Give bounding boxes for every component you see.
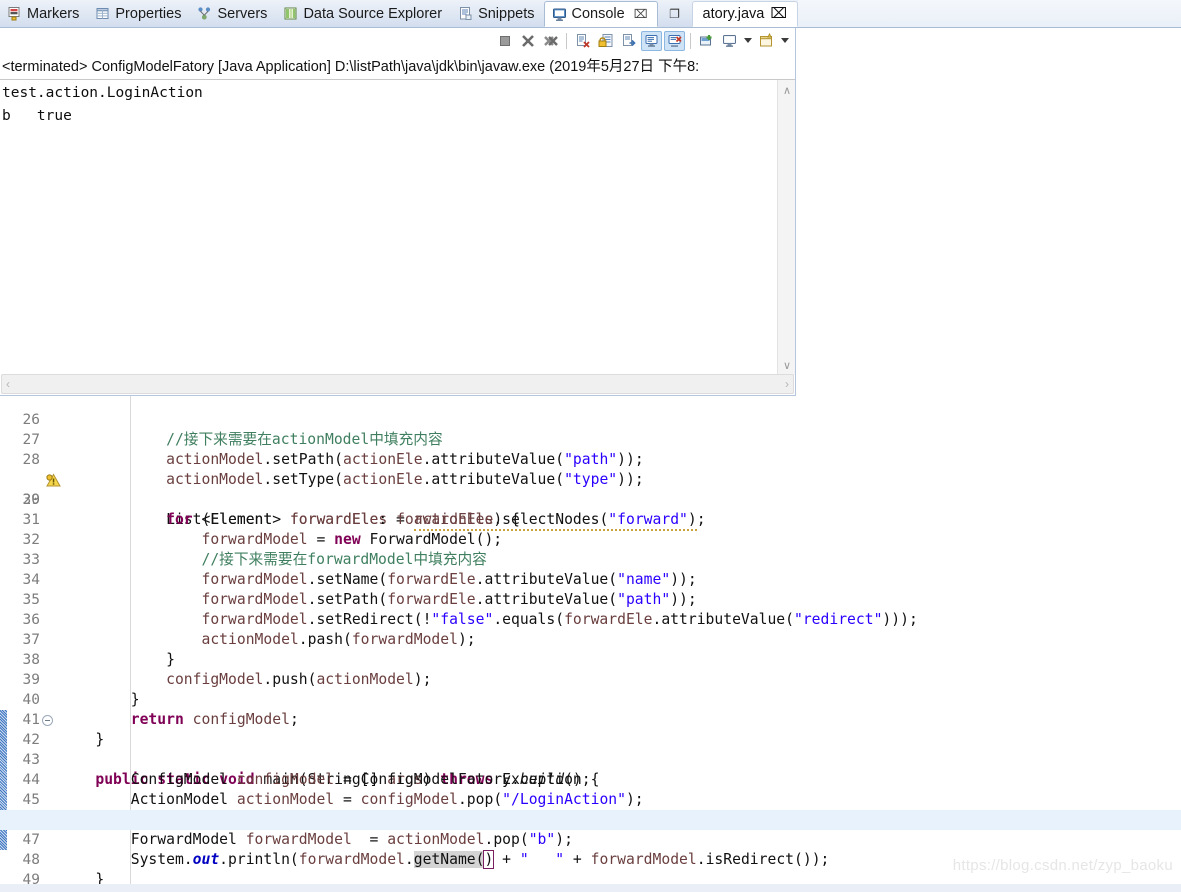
fold-collapse-icon[interactable] <box>42 715 53 726</box>
restore-icon: ❐ <box>669 6 680 21</box>
console-output-area[interactable]: test.action.LoginAction b true ∧ ∨ <box>0 79 795 375</box>
view-tab-snippets[interactable]: Snippets <box>451 0 543 27</box>
view-tab-label: Data Source Explorer <box>303 5 443 22</box>
console-icon <box>552 7 567 22</box>
open-console-dropdown[interactable] <box>742 31 754 51</box>
display-selected-console-icon[interactable] <box>641 30 662 51</box>
code-row[interactable]: 44 ActionModel actionModel = configModel… <box>0 750 1181 808</box>
code-row[interactable]: 46 ForwardModel forwardModel = actionMod… <box>0 790 1181 848</box>
console-launch-title: <terminated> ConfigModelFatory [Java App… <box>0 53 795 79</box>
code-row[interactable]: 43 ConfigModel configModel = ConfigModel… <box>0 730 1181 788</box>
code-row[interactable]: 29 List<Element> forwardEles = actionEle… <box>0 450 1181 531</box>
restore-view-button[interactable]: ❐ <box>658 0 692 27</box>
editor-tab-label: atory.java <box>702 6 765 22</box>
eclipse-window: Markers Properties Servers Data Source E… <box>0 0 1181 892</box>
code-row[interactable]: 40 return configModel; <box>0 670 1181 728</box>
terminate-icon[interactable] <box>494 31 515 51</box>
view-tab-markers[interactable]: Markers <box>0 0 88 27</box>
console-toolbar <box>0 28 795 53</box>
view-tab-label: Properties <box>115 5 182 22</box>
scroll-down-icon[interactable]: ∨ <box>778 357 795 373</box>
code-row[interactable]: 26 //接下来需要在actionModel中填充内容 <box>0 396 1181 448</box>
new-console-icon[interactable] <box>756 31 777 51</box>
code-lines: 26 //接下来需要在actionModel中填充内容 27 actionMod… <box>0 396 1181 892</box>
console-output-line-2: b true <box>2 108 72 124</box>
view-tab-console[interactable]: Console ⌧ <box>543 1 658 27</box>
console-output-line-1: test.action.LoginAction <box>2 85 203 101</box>
code-row[interactable]: 37 } <box>0 610 1181 668</box>
view-tab-properties[interactable]: Properties <box>88 0 190 27</box>
remove-all-terminated-icon[interactable] <box>540 31 561 51</box>
code-row[interactable]: 32 //接下来需要在forwardModel中填充内容 <box>0 510 1181 568</box>
code-row[interactable]: 28 actionModel.setType(actionEle.attribu… <box>0 430 1181 488</box>
close-icon[interactable]: ⌧ <box>770 6 787 22</box>
code-row[interactable]: 41 } <box>0 690 1181 748</box>
new-console-dropdown[interactable] <box>779 31 791 51</box>
new-console-view-icon[interactable] <box>696 31 717 51</box>
code-row[interactable]: 33 forwardModel.setName(forwardEle.attri… <box>0 530 1181 588</box>
data-source-icon <box>283 6 298 21</box>
pin-console-icon[interactable] <box>664 30 685 51</box>
watermark: https://blog.csdn.net/zyp_baoku <box>952 857 1173 874</box>
scroll-right-icon[interactable]: › <box>785 377 789 391</box>
code-row[interactable]: 34 forwardModel.setPath(forwardEle.attri… <box>0 550 1181 608</box>
bottom-strip <box>0 884 1181 892</box>
console-vertical-scrollbar[interactable]: ∧ ∨ <box>777 80 795 375</box>
scroll-left-icon[interactable]: ‹ <box>6 377 10 391</box>
code-row[interactable]: 35 forwardModel.setRedirect(!"false".equ… <box>0 570 1181 628</box>
code-row[interactable]: 31 forwardModel = new ForwardModel(); <box>0 490 1181 548</box>
code-row[interactable]: 45 System.out.println(actionModel.getTyp… <box>0 770 1181 828</box>
servers-icon <box>197 6 212 21</box>
code-row[interactable]: 36 actionModel.pash(forwardModel); <box>0 590 1181 648</box>
code-row[interactable]: 39 } <box>0 650 1181 708</box>
console-view: <terminated> ConfigModelFatory [Java App… <box>0 28 796 396</box>
remove-launch-icon[interactable] <box>517 31 538 51</box>
view-tab-label: Snippets <box>478 5 535 22</box>
scroll-up-icon[interactable]: ∧ <box>778 82 795 98</box>
code-row[interactable]: 38 configModel.push(actionModel); <box>0 630 1181 688</box>
tab-bar-filler <box>798 0 1181 27</box>
toolbar-separator <box>690 32 691 49</box>
code-row[interactable]: 42 public static void main(String[] args… <box>0 710 1181 788</box>
java-code-editor[interactable]: 26 //接下来需要在actionModel中填充内容 27 actionMod… <box>0 396 1181 892</box>
code-row[interactable]: 27 actionModel.setPath(actionEle.attribu… <box>0 410 1181 468</box>
view-tab-label: Markers <box>27 5 80 22</box>
clear-console-icon[interactable] <box>572 31 593 51</box>
open-console-icon[interactable] <box>719 31 740 51</box>
show-console-on-output-icon[interactable] <box>618 31 639 51</box>
view-tab-bar: Markers Properties Servers Data Source E… <box>0 0 1181 28</box>
code-row[interactable]: 30 for (Element forwardEle: forwardEles)… <box>0 470 1181 528</box>
view-tab-label: Console <box>571 6 625 22</box>
snippets-icon <box>458 6 473 21</box>
code-row-current[interactable]: 47 System.out.println(forwardModel.getNa… <box>0 810 1181 869</box>
close-icon[interactable]: ⌧ <box>634 7 648 21</box>
view-tab-data-source-explorer[interactable]: Data Source Explorer <box>276 0 451 27</box>
editor-tab-atory-java[interactable]: atory.java ⌧ <box>691 1 799 27</box>
lock-scroll-icon[interactable] <box>595 31 616 51</box>
view-tab-label: Servers <box>217 5 268 22</box>
console-horizontal-scrollbar[interactable]: ‹ › <box>1 374 794 394</box>
marker-icon <box>7 6 22 21</box>
properties-icon <box>95 6 110 21</box>
warning-marker-icon[interactable] <box>2 453 62 487</box>
code-row[interactable]: 48 } <box>0 830 1181 888</box>
toolbar-separator <box>566 32 567 49</box>
view-tab-servers[interactable]: Servers <box>190 0 276 27</box>
